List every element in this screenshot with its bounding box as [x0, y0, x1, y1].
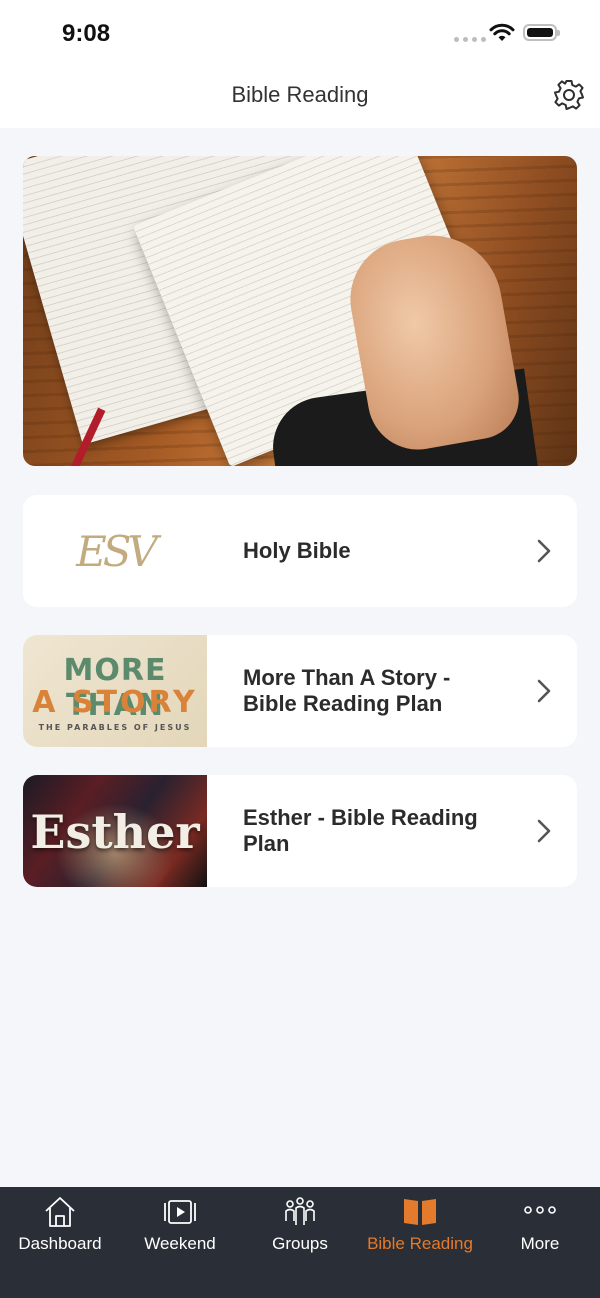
esther-artwork: Esther: [23, 775, 207, 887]
tab-label: Bible Reading: [367, 1234, 473, 1253]
more-icon: [524, 1206, 556, 1214]
chevron-right-icon: [537, 679, 551, 703]
tab-bar: Dashboard Weekend Groups Bible Reading M…: [0, 1187, 600, 1298]
tab-label: Dashboard: [18, 1234, 102, 1253]
tab-label: More: [520, 1234, 560, 1253]
tab-dashboard[interactable]: Dashboard: [0, 1187, 120, 1277]
list-item-more-than-a-story[interactable]: MORE THAN A STORY THE PARABLES OF JESUS …: [23, 635, 577, 747]
list-item-title: More Than A Story - Bible Reading Plan: [243, 665, 451, 716]
home-icon: [45, 1197, 75, 1227]
book-icon: [404, 1199, 436, 1225]
more-than-a-story-artwork: MORE THAN A STORY THE PARABLES OF JESUS: [23, 635, 207, 747]
tab-more[interactable]: More: [480, 1187, 600, 1277]
esv-logo-text: ESV: [76, 526, 158, 576]
artwork-title: Esther: [30, 805, 200, 859]
tab-weekend[interactable]: Weekend: [120, 1187, 240, 1277]
tab-bible-reading[interactable]: Bible Reading: [360, 1187, 480, 1277]
chevron-right-icon: [537, 539, 551, 563]
list-item-title: Holy Bible: [243, 538, 351, 563]
video-icon: [164, 1200, 196, 1224]
gear-icon[interactable]: [552, 78, 586, 112]
tab-label: Groups: [272, 1234, 328, 1253]
cellular-signal-icon: [454, 37, 486, 42]
list-item-esther[interactable]: Esther Esther - Bible Reading Plan: [23, 775, 577, 887]
hero-image: [23, 156, 577, 466]
list-item-title: Esther - Bible Reading Plan: [243, 805, 478, 856]
groups-icon: [285, 1197, 315, 1225]
tab-label: Weekend: [144, 1234, 216, 1253]
page-title: Bible Reading: [231, 82, 369, 107]
esv-logo: ESV: [23, 495, 207, 607]
list-item-holy-bible[interactable]: ESV Holy Bible: [23, 495, 577, 607]
artwork-text-line: A STORY: [32, 685, 198, 720]
status-bar: 9:08: [0, 0, 600, 66]
wifi-icon: [489, 23, 515, 41]
tab-groups[interactable]: Groups: [240, 1187, 360, 1277]
battery-icon: [523, 24, 560, 41]
status-time: 9:08: [62, 20, 111, 47]
nav-header: Bible Reading: [0, 66, 600, 128]
chevron-right-icon: [537, 819, 551, 843]
artwork-subtitle: THE PARABLES OF JESUS: [38, 723, 192, 732]
